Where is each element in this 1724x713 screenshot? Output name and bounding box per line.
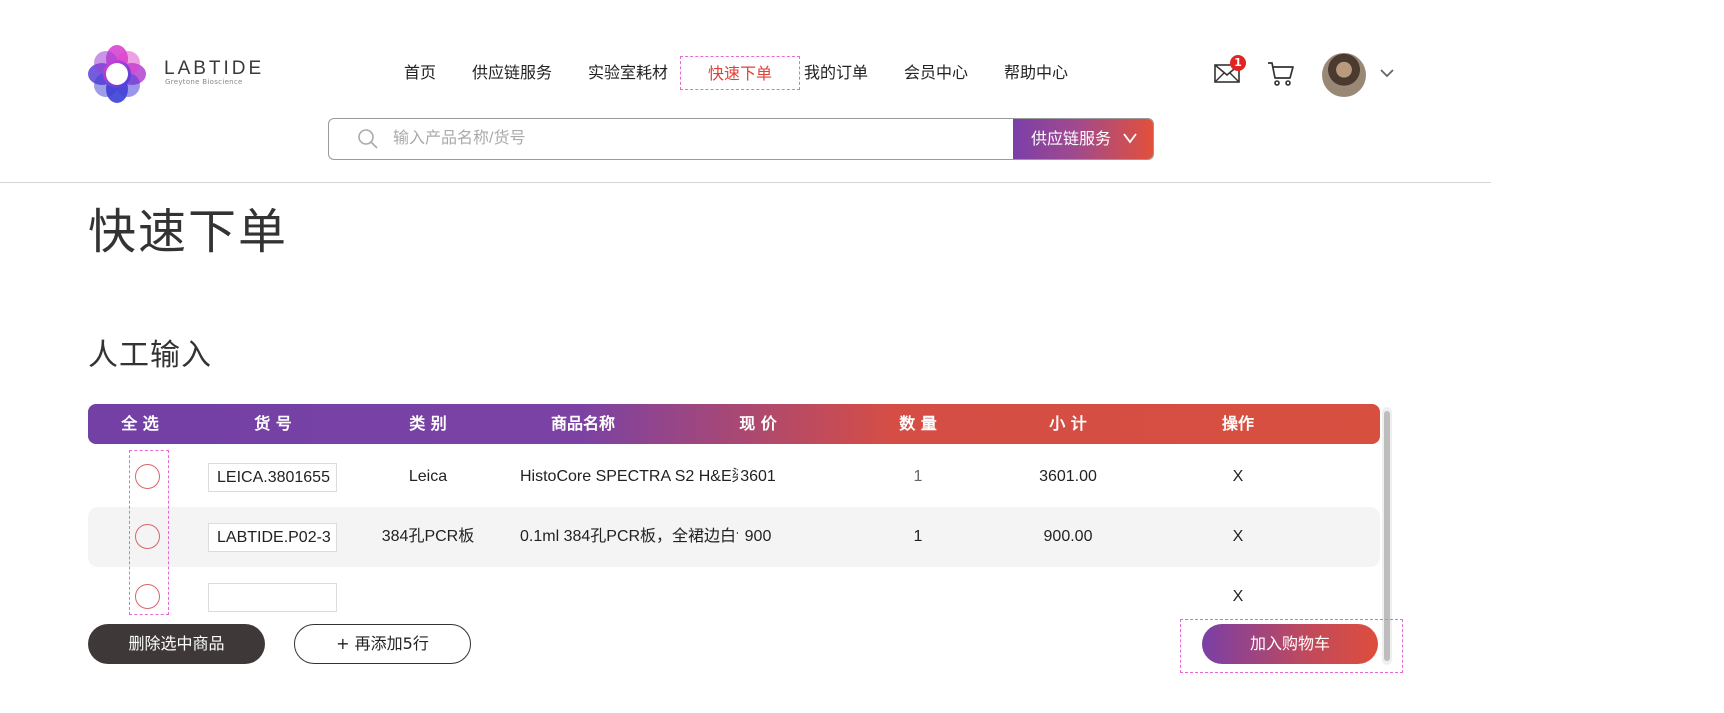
brand-name: LABTIDE: [164, 58, 265, 79]
nav-item-member-center[interactable]: 会员中心: [904, 56, 968, 90]
chevron-down-icon: [1123, 133, 1137, 144]
page-title: 快速下单: [88, 204, 289, 260]
nav-item-home[interactable]: 首页: [404, 56, 436, 90]
search-bar: 供应链服务: [328, 118, 1154, 160]
mail-badge: 1: [1230, 55, 1246, 71]
nav-item-lab-consumables[interactable]: 实验室耗材: [588, 56, 668, 90]
add-rows-button[interactable]: + 再添加5行: [294, 624, 471, 664]
search-input[interactable]: [393, 119, 993, 159]
quantity-input[interactable]: 1: [868, 447, 968, 507]
search-scope-select[interactable]: 供应链服务: [1013, 119, 1153, 159]
product-category: 384孔PCR板: [381, 528, 475, 545]
product-code-input[interactable]: LABTIDE.P02-3: [208, 523, 337, 552]
product-code-input[interactable]: LEICA.3801655: [208, 463, 337, 492]
quantity-input[interactable]: 1: [868, 507, 968, 567]
nav-item-help-center[interactable]: 帮助中心: [1004, 56, 1068, 90]
table-row: LABTIDE.P02-3 384孔PCR板 0.1ml 384孔PCR板，全裙…: [88, 507, 1380, 567]
col-header-subtotal: 小 计: [1049, 414, 1087, 433]
nav-item-my-orders[interactable]: 我的订单: [804, 56, 868, 90]
nav-item-supply-chain[interactable]: 供应链服务: [472, 56, 552, 90]
delete-selected-button[interactable]: 删除选中商品: [88, 624, 265, 664]
cart-button[interactable]: [1267, 60, 1295, 88]
table-row: LEICA.3801655 Leica HistoCore SPECTRA S2…: [88, 447, 1380, 507]
product-code-input[interactable]: [208, 583, 337, 612]
row-select-radio[interactable]: [135, 464, 160, 489]
table-scrollbar[interactable]: [1382, 407, 1392, 665]
table-row: X: [88, 567, 1380, 617]
section-title: 人工输入: [88, 338, 212, 373]
product-name: HistoCore SPECTRA S2 H&E染: [520, 468, 738, 485]
mail-button[interactable]: 1: [1214, 55, 1246, 84]
product-price: 900: [744, 528, 772, 545]
logo-flower-icon: [88, 45, 146, 103]
row-subtotal: 3601.00: [1039, 468, 1097, 485]
cart-icon: [1268, 62, 1294, 86]
brand-tagline: Greytone Bioscience: [165, 78, 243, 86]
col-header-price: 现 价: [739, 414, 777, 433]
brand-logo[interactable]: LABTIDE Greytone Bioscience: [88, 45, 263, 105]
col-header-code: 货 号: [254, 414, 292, 433]
row-select-radio[interactable]: [135, 524, 160, 549]
col-header-action: 操作: [1221, 414, 1254, 433]
product-category: Leica: [408, 468, 448, 485]
add-to-cart-button[interactable]: 加入购物车: [1202, 624, 1378, 664]
delete-row-button[interactable]: X: [1208, 567, 1268, 627]
col-header-select-all[interactable]: 全 选: [110, 404, 170, 444]
user-avatar[interactable]: [1322, 53, 1366, 97]
row-subtotal: 900.00: [1043, 528, 1093, 545]
col-header-product-name: 商品名称: [550, 414, 615, 433]
nav-item-quick-order[interactable]: 快速下单: [680, 56, 800, 90]
delete-row-button[interactable]: X: [1208, 507, 1268, 567]
col-header-category: 类 别: [409, 414, 447, 433]
table-header: 全 选 货 号 类 别 商品名称 现 价 数 量 小 计 操作: [88, 404, 1380, 444]
search-icon: [358, 129, 378, 149]
site-header: LABTIDE Greytone Bioscience 首页 供应链服务 实验室…: [0, 0, 1491, 183]
search-scope-label: 供应链服务: [1031, 129, 1112, 148]
chevron-down-icon[interactable]: [1378, 64, 1396, 82]
col-header-quantity: 数 量: [899, 414, 937, 433]
row-select-radio[interactable]: [135, 584, 160, 609]
delete-row-button[interactable]: X: [1208, 447, 1268, 507]
product-price: 3601: [740, 468, 776, 485]
scrollbar-thumb[interactable]: [1384, 411, 1390, 661]
product-name: 0.1ml 384孔PCR板，全裙边白色: [520, 528, 738, 545]
